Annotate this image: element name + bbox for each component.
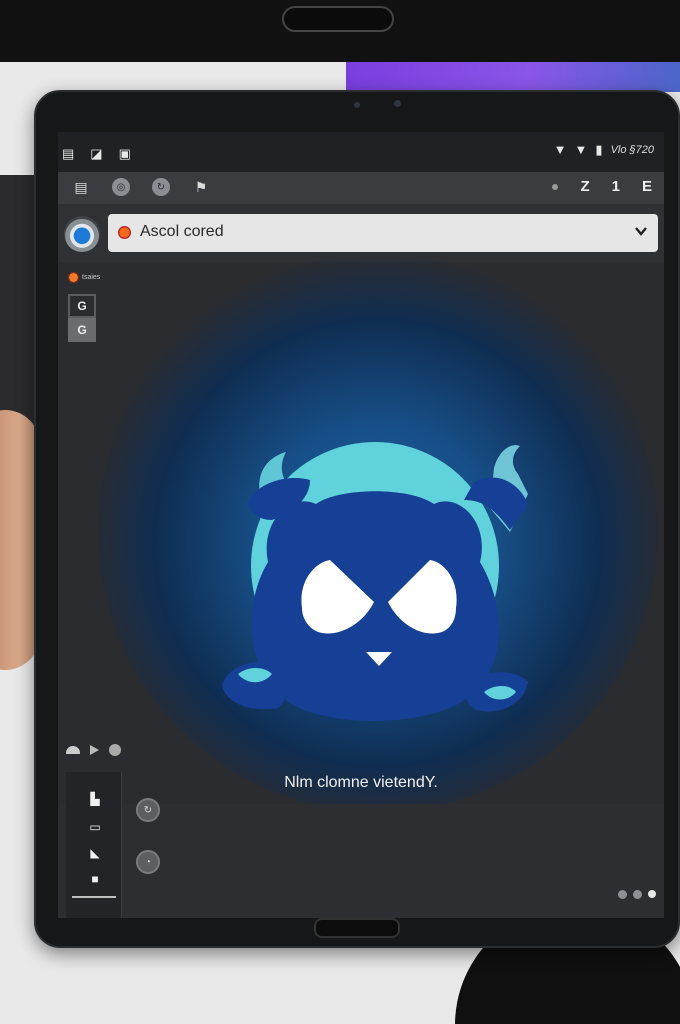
panel-icon[interactable]: ▭ — [88, 820, 102, 834]
rotate-button[interactable]: ↻ — [136, 798, 160, 822]
mascot-illustration — [222, 442, 528, 721]
side-button-1[interactable]: G — [68, 294, 96, 318]
side-button-2[interactable]: G — [68, 318, 96, 342]
side-tag-label: tsaies — [82, 274, 101, 281]
background-purple-strip — [346, 62, 680, 92]
square-icon[interactable]: ■ — [88, 872, 102, 886]
menu-icon[interactable]: ▤ — [62, 146, 74, 162]
playback-controls — [66, 744, 121, 756]
page-dot-2[interactable] — [633, 890, 642, 899]
lock-icon: ◔ — [144, 856, 152, 868]
pointer-icon[interactable]: ◣ — [88, 846, 102, 860]
rail-divider — [72, 896, 116, 898]
sensor-dot — [394, 100, 401, 107]
home-button[interactable] — [314, 918, 400, 938]
status-text: Vlo §720 — [610, 144, 654, 156]
toolbar-item-3[interactable]: E — [642, 178, 652, 195]
address-text: Ascol cored — [140, 223, 224, 240]
window-layout-icon[interactable]: ▤ — [72, 178, 90, 196]
tool-rail: ▙ ▭ ◣ ■ — [66, 772, 122, 918]
wifi-icon: ▼ — [553, 142, 567, 157]
refresh-icon[interactable]: ↻ — [152, 178, 170, 196]
page-dot-3[interactable] — [648, 890, 656, 898]
hero-caption: Nlm clomne vietendY. — [284, 774, 438, 791]
document-icon[interactable]: ▙ — [88, 792, 102, 806]
app-logo-icon[interactable] — [64, 216, 100, 252]
camera-dot — [354, 102, 360, 108]
cloud-icon[interactable] — [66, 746, 80, 754]
site-favicon-icon — [118, 226, 131, 239]
chevron-down-icon[interactable] — [634, 224, 648, 238]
rotate-icon: ↻ — [143, 804, 153, 816]
page-dots — [618, 890, 656, 899]
toolbar-item-2[interactable]: 1 — [612, 178, 620, 195]
address-bar[interactable]: Ascol cored — [108, 214, 658, 252]
page-dot-1[interactable] — [618, 890, 627, 899]
status-bar: ▤ ◪ ▣ ▼ ▼ ▮ Vlo §720 — [58, 132, 664, 172]
indicator-dot — [552, 183, 559, 190]
settings-icon[interactable]: ◎ — [112, 178, 130, 196]
tablet-device: ▤ ◪ ▣ ▼ ▼ ▮ Vlo §720 ▤ ◎ ↻ ⚑ Ζ 1 E Ascol… — [34, 90, 680, 948]
toolbar: ▤ ◎ ↻ ⚑ Ζ 1 E — [58, 172, 664, 204]
flag-icon[interactable]: ⚑ — [192, 178, 210, 196]
battery-icon: ▮ — [595, 142, 603, 157]
edit-icon[interactable]: ◪ — [90, 146, 102, 162]
lock-button[interactable]: ◔ — [136, 850, 160, 874]
tablet-screen: ▤ ◪ ▣ ▼ ▼ ▮ Vlo §720 ▤ ◎ ↻ ⚑ Ζ 1 E Ascol… — [58, 132, 664, 918]
side-panel: tsaies G G — [58, 262, 108, 352]
play-icon[interactable] — [90, 745, 99, 755]
background-device-notch — [282, 6, 394, 32]
signal-icon: ▼ — [574, 142, 588, 157]
side-tag[interactable]: tsaies — [68, 272, 100, 283]
record-icon[interactable] — [109, 744, 121, 756]
tag-dot-icon — [68, 272, 79, 283]
window-icon[interactable]: ▣ — [119, 146, 131, 162]
toolbar-item-1[interactable]: Ζ — [580, 178, 589, 195]
